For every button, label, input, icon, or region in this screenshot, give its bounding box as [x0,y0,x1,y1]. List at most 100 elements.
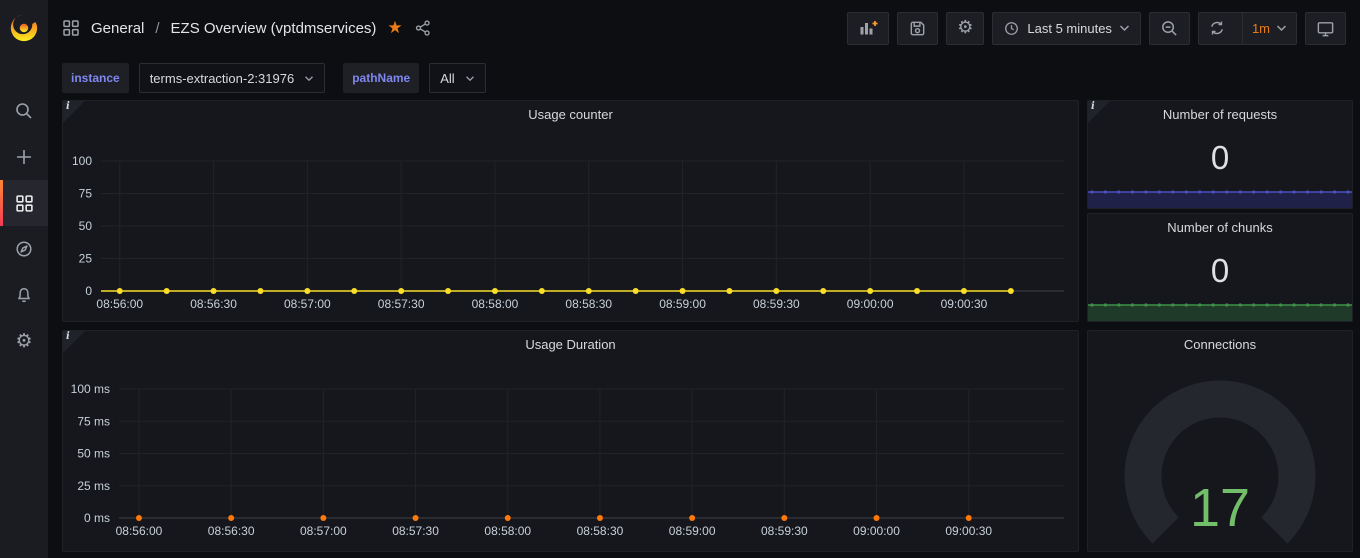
save-dashboard-button[interactable] [897,12,938,45]
bell-icon [14,285,34,305]
dashboard-settings-button[interactable]: ⚙ [946,12,984,45]
variable-label-pathname: pathName [343,63,419,93]
svg-text:08:56:30: 08:56:30 [190,297,237,311]
svg-text:08:57:30: 08:57:30 [392,524,439,538]
navbar-actions: ⚙ Last 5 minutes [847,12,1346,45]
requests-sparkline [1088,190,1352,208]
svg-text:08:59:30: 08:59:30 [753,297,800,311]
time-range-label: Last 5 minutes [1027,21,1112,36]
refresh-icon [1208,19,1226,37]
panel-title[interactable]: Number of chunks [1088,214,1352,240]
grafana-flame-icon [8,12,40,44]
stat-value: 0 [1088,125,1352,190]
monitor-icon [1316,19,1335,38]
panel-connections: Connections 17 [1087,330,1353,552]
zoom-out-icon [1160,19,1179,38]
panel-title[interactable]: Connections [1088,331,1352,357]
panel-title[interactable]: Number of requests [1088,101,1352,127]
zoom-out-button[interactable] [1149,12,1190,45]
info-icon: i [1091,101,1095,112]
chevron-down-icon [1276,24,1287,32]
svg-text:25 ms: 25 ms [77,479,110,493]
sidebar: ⚙ [0,0,48,558]
variable-value-pathname[interactable]: All [429,63,485,93]
add-panel-icon [858,18,878,38]
clock-icon [1003,20,1020,37]
refresh-interval-label: 1m [1252,21,1270,36]
svg-text:0 ms: 0 ms [84,511,110,525]
dashboards-grid-icon [15,194,34,213]
info-icon: i [66,331,70,342]
svg-text:08:59:00: 08:59:00 [669,524,716,538]
time-range-picker[interactable]: Last 5 minutes [992,12,1141,45]
svg-text:0: 0 [85,284,92,298]
svg-text:08:58:30: 08:58:30 [577,524,624,538]
main-area: General / EZS Overview (vptdmservices) ★ [48,0,1360,558]
panel-info-corner[interactable]: i [63,101,85,123]
panel-info-corner[interactable]: i [63,331,85,353]
svg-text:25: 25 [79,252,93,266]
panel-usage-duration: i Usage Duration 0 ms 25 ms 50 ms 75 ms 100 … [62,330,1079,552]
svg-text:09:00:00: 09:00:00 [847,297,894,311]
variable-label-instance: instance [62,63,129,93]
svg-text:09:00:00: 09:00:00 [853,524,900,538]
compass-icon [14,239,34,259]
svg-text:08:59:00: 08:59:00 [659,297,706,311]
gear-icon: ⚙ [957,19,973,37]
svg-text:08:59:30: 08:59:30 [761,524,808,538]
refresh-interval-dropdown[interactable]: 1m [1242,13,1296,44]
svg-text:50: 50 [79,219,93,233]
refresh-button[interactable] [1199,13,1235,44]
sidebar-nav: ⚙ [0,88,48,364]
panel-title[interactable]: Usage counter [63,101,1078,127]
svg-text:08:57:30: 08:57:30 [378,297,425,311]
chevron-down-icon [304,75,314,82]
plus-icon [14,147,34,167]
refresh-button-group: 1m [1198,12,1297,45]
search-icon [14,101,34,121]
gear-icon: ⚙ [15,332,32,351]
svg-text:50 ms: 50 ms [77,447,110,461]
sidebar-item-configuration[interactable]: ⚙ [0,318,48,364]
svg-text:09:00:30: 09:00:30 [941,297,988,311]
svg-text:08:57:00: 08:57:00 [284,297,331,311]
grafana-logo[interactable] [0,0,48,55]
sidebar-item-alerting[interactable] [0,272,48,318]
dashboard-submenu: instance terms-extraction-2:31976 pathNa… [48,56,1360,100]
svg-text:09:00:30: 09:00:30 [945,524,992,538]
svg-text:08:56:00: 08:56:00 [116,524,163,538]
sidebar-item-explore[interactable] [0,226,48,272]
cycle-view-mode-button[interactable] [1305,12,1346,45]
dashboard-grid-icon [62,19,80,37]
sidebar-item-create[interactable] [0,134,48,180]
svg-text:08:58:00: 08:58:00 [484,524,531,538]
svg-text:08:58:00: 08:58:00 [472,297,519,311]
dashboard-title[interactable]: EZS Overview (vptdmservices) [171,20,377,37]
usage-counter-chart[interactable]: 0 25 50 75 100 08:56:00 08:56:30 08:57:00 08:57:… [63,101,1078,321]
usage-duration-chart[interactable]: 0 ms 25 ms 50 ms 75 ms 100 ms 08:56:00 08:56:3… [63,331,1078,551]
svg-text:100 ms: 100 ms [71,382,110,396]
panel-number-of-requests: i Number of requests 0 [1087,100,1353,209]
stat-value: 0 [1088,238,1352,303]
svg-text:08:56:30: 08:56:30 [208,524,255,538]
chevron-down-icon [465,75,475,82]
svg-text:100: 100 [72,154,92,168]
chunks-sparkline [1088,303,1352,321]
panel-info-corner[interactable]: i [1088,101,1110,123]
pathname-selected-value: All [440,71,454,86]
panel-title[interactable]: Usage Duration [63,331,1078,357]
breadcrumb: General / EZS Overview (vptdmservices) ★ [62,18,432,38]
svg-text:75 ms: 75 ms [77,414,110,428]
sidebar-item-dashboards[interactable] [0,180,48,226]
share-icon[interactable] [414,19,432,37]
svg-text:75: 75 [79,187,93,201]
panel-usage-counter: i Usage counter 0 25 50 75 100 08:56:00 08:56:… [62,100,1079,322]
svg-text:08:56:00: 08:56:00 [96,297,143,311]
breadcrumb-folder[interactable]: General [91,20,144,37]
info-icon: i [66,101,70,112]
panel-number-of-chunks: Number of chunks 0 [1087,213,1353,322]
add-panel-button[interactable] [847,12,889,45]
variable-value-instance[interactable]: terms-extraction-2:31976 [139,63,326,93]
sidebar-item-search[interactable] [0,88,48,134]
star-icon[interactable]: ★ [387,18,402,38]
